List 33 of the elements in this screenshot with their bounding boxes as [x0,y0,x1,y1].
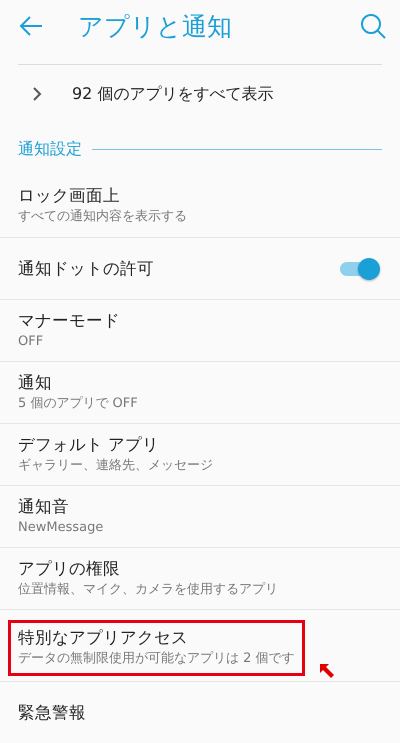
item-subtitle: すべての通知内容を表示する [18,208,188,226]
item-title: アプリの権限 [18,558,121,580]
item-title: ロック画面上 [18,185,121,207]
section-title: 通知設定 [18,138,82,160]
settings-item[interactable]: 通知 5 個のアプリで OFF [0,361,400,423]
settings-item[interactable]: 通知音 NewMessage [0,485,400,547]
item-subtitle: 位置情報、マイク、カメラを使用するアプリ [18,580,279,598]
chevron-icon [32,86,42,102]
settings-item[interactable]: ロック画面上 すべての通知内容を表示する [0,175,400,237]
item-subtitle: ギャラリー、連絡先、メッセージ [18,456,214,474]
settings-item[interactable]: デフォルト アプリ ギャラリー、連絡先、メッセージ [0,423,400,485]
arrow-icon [318,662,336,680]
item-title: 通知 [18,372,53,394]
item-title: 緊急警報 [18,702,87,724]
all-apps-label: 92 個のアプリをすべて表示 [72,84,274,104]
item-title: 通知ドットの許可 [18,258,155,280]
back-icon[interactable] [18,15,44,37]
settings-item[interactable]: 通知ドットの許可 [0,237,400,299]
search-icon[interactable] [360,13,386,39]
item-subtitle: OFF [18,332,44,350]
item-title: 特別なアプリアクセス [18,627,189,649]
settings-item[interactable]: 緊急警報 [0,681,400,743]
settings-item[interactable]: アプリの権限 位置情報、マイク、カメラを使用するアプリ [0,547,400,609]
item-subtitle: データの無制限使用が可能なアプリは 2 個です [18,650,295,668]
screen-title: アプリと通知 [78,10,233,42]
item-title: 通知音 [18,496,70,518]
item-title: マナーモード [18,310,121,332]
settings-item[interactable]: マナーモード OFF [0,299,400,361]
settings-item[interactable]: 特別なアプリアクセス データの無制限使用が可能なアプリは 2 個です [0,609,400,681]
item-title: デフォルト アプリ [18,434,160,456]
all-apps-row[interactable]: 92 個のアプリをすべて表示 [0,65,400,123]
item-subtitle: 5 個のアプリで OFF [18,394,139,412]
item-subtitle: NewMessage [18,518,104,536]
